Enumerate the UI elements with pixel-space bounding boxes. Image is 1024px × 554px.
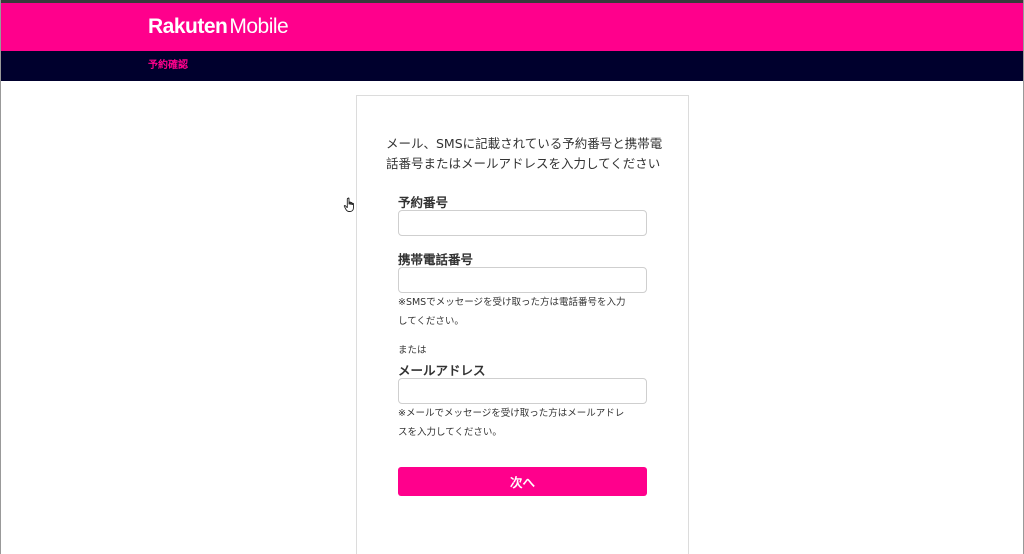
or-separator-text: または	[398, 345, 427, 356]
email-input[interactable]	[398, 378, 647, 404]
browser-window: RakutenMobile 予約確認 メール、SMSに記載されている予約番号と携…	[0, 0, 1024, 554]
rakuten-mobile-logo[interactable]: RakutenMobile	[148, 14, 289, 40]
form-intro-text: メール、SMSに記載されている予約番号と携帯電話番号またはメールアドレスを入力し…	[386, 136, 663, 171]
reservation-form-card: メール、SMSに記載されている予約番号と携帯電話番号またはメールアドレスを入力し…	[356, 95, 689, 554]
email-note: ※メールでメッセージを受け取った方はメールアドレスを入力してください。	[398, 408, 625, 438]
phone-number-label: 携帯電話番号	[398, 252, 474, 267]
site-header: RakutenMobile	[1, 3, 1023, 51]
phone-number-input[interactable]	[398, 267, 647, 293]
reservation-number-label: 予約番号	[398, 195, 449, 210]
phone-number-note: ※SMSでメッセージを受け取った方は電話番号を入力してください。	[398, 297, 626, 327]
logo-brand-text: Rakuten	[148, 15, 228, 38]
next-button[interactable]: 次へ	[398, 467, 647, 496]
logo-product-text: Mobile	[229, 15, 289, 38]
sub-navigation: 予約確認	[1, 51, 1023, 81]
email-label: メールアドレス	[398, 363, 486, 378]
reservation-number-input[interactable]	[398, 210, 647, 236]
hand-pointer-icon	[343, 197, 354, 212]
subnav-item-reservation-check[interactable]: 予約確認	[148, 59, 188, 73]
